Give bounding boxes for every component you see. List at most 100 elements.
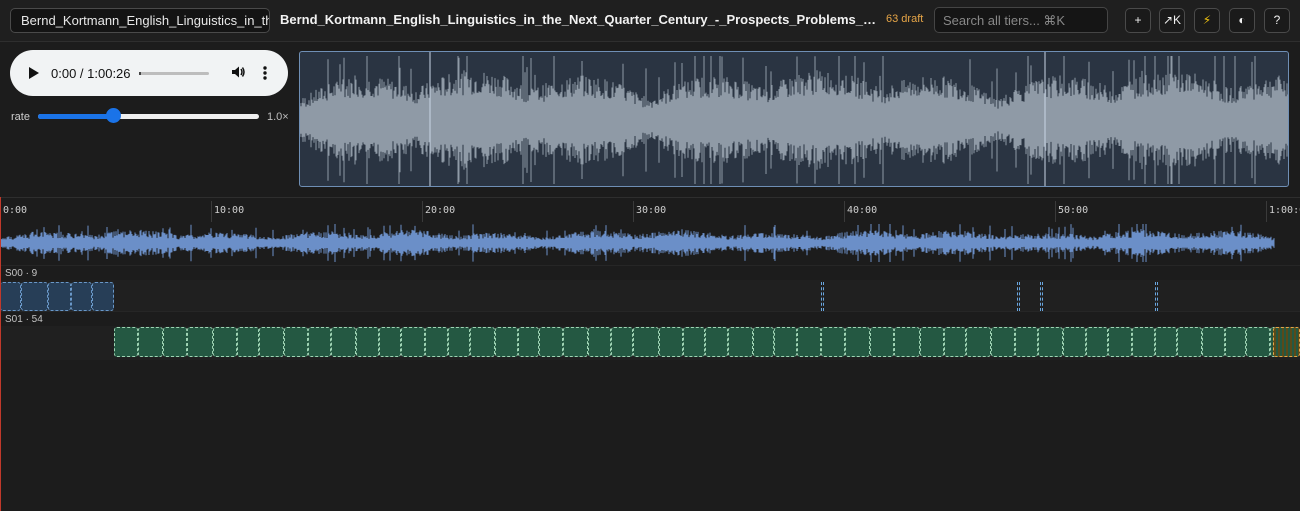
tick-label: 1:00:00: [1269, 205, 1300, 216]
rate-slider-thumb[interactable]: [106, 108, 122, 123]
annotation-marker[interactable]: [1040, 282, 1043, 311]
annotation-segment[interactable]: [308, 327, 331, 357]
annotation-segment[interactable]: [331, 327, 356, 357]
annotation-segment[interactable]: [659, 327, 683, 357]
tier-s01: S01 · 54: [0, 311, 1300, 362]
annotation-segment[interactable]: [966, 327, 991, 357]
tier-lane-s01[interactable]: [0, 326, 1300, 360]
annotation-segment[interactable]: [48, 282, 71, 311]
annotation-segment[interactable]: [774, 327, 797, 357]
annotation-segment[interactable]: [138, 327, 163, 357]
annotation-segment[interactable]: [845, 327, 870, 357]
annotation-segment[interactable]: [1225, 327, 1246, 357]
tick-label: 40:00: [847, 205, 878, 216]
annotation-segment[interactable]: [944, 327, 966, 357]
draft-count-badge: 63 draft: [886, 13, 924, 25]
annotation-segment[interactable]: [92, 282, 114, 311]
overview-waveform[interactable]: [299, 51, 1289, 187]
theme-toggle-button[interactable]: ◐: [1229, 8, 1255, 33]
tick-line: [422, 201, 423, 222]
rate-label: rate: [11, 111, 30, 123]
file-select[interactable]: Bernd_Kortmann_English_Linguistics_in_th…: [10, 8, 270, 33]
annotation-segment[interactable]: [495, 327, 518, 357]
tick-label: 30:00: [636, 205, 667, 216]
annotation-marker[interactable]: [1155, 282, 1158, 311]
annotation-segment[interactable]: [448, 327, 470, 357]
annotation-segment[interactable]: [870, 327, 894, 357]
annotation-segment[interactable]: [991, 327, 1015, 357]
bolt-button[interactable]: ⚡: [1194, 8, 1220, 33]
rate-slider-fill: [38, 114, 114, 119]
annotation-segment[interactable]: [588, 327, 611, 357]
draft-segment[interactable]: [1273, 327, 1300, 357]
rate-value: 1.0×: [267, 111, 289, 123]
playhead[interactable]: [0, 197, 1, 511]
annotation-segment[interactable]: [1177, 327, 1202, 357]
tick-line: [1266, 201, 1267, 222]
annotation-segment[interactable]: [894, 327, 920, 357]
timeline[interactable]: 0:00 10:00 20:00 30:00 40:00 50:00 1:00:…: [0, 197, 1300, 511]
volume-icon[interactable]: [230, 64, 246, 85]
annotation-marker[interactable]: [1017, 282, 1020, 311]
annotation-segment[interactable]: [163, 327, 187, 357]
annotation-segment[interactable]: [539, 327, 563, 357]
annotation-segment[interactable]: [237, 327, 259, 357]
annotation-segment[interactable]: [470, 327, 495, 357]
annotation-segment[interactable]: [920, 327, 944, 357]
annotation-segment[interactable]: [114, 327, 138, 357]
annotation-segment[interactable]: [1038, 327, 1063, 357]
annotation-segment[interactable]: [563, 327, 588, 357]
annotation-segment[interactable]: [71, 282, 92, 311]
annotation-segment[interactable]: [284, 327, 308, 357]
annotation-segment[interactable]: [1202, 327, 1225, 357]
time-display: 0:00 / 1:00:26: [51, 66, 131, 81]
progress-bar[interactable]: [139, 72, 209, 75]
annotation-segment[interactable]: [401, 327, 425, 357]
tier-lane-s00[interactable]: [0, 280, 1300, 311]
annotation-segment[interactable]: [1155, 327, 1177, 357]
timeline-waveform-path: [0, 224, 1275, 262]
annotation-segment[interactable]: [259, 327, 284, 357]
more-options-icon[interactable]: [263, 65, 267, 86]
annotation-segment[interactable]: [187, 327, 213, 357]
annotation-marker[interactable]: [821, 282, 824, 311]
annotation-segment[interactable]: [821, 327, 845, 357]
annotation-segment[interactable]: [425, 327, 448, 357]
tier-s00: S00 · 9: [0, 265, 1300, 312]
annotation-segment[interactable]: [797, 327, 821, 357]
annotation-segment[interactable]: [683, 327, 705, 357]
help-button[interactable]: ?: [1264, 8, 1290, 33]
add-button[interactable]: +: [1125, 8, 1151, 33]
annotation-segment[interactable]: [753, 327, 774, 357]
tier-label-s00: S00 · 9: [5, 268, 38, 279]
annotation-segment[interactable]: [1246, 327, 1270, 357]
annotation-segment[interactable]: [611, 327, 633, 357]
annotation-segment[interactable]: [633, 327, 659, 357]
jump-button[interactable]: ↗K: [1159, 8, 1185, 33]
annotation-segment[interactable]: [728, 327, 753, 357]
annotation-segment[interactable]: [1086, 327, 1108, 357]
annotation-segment[interactable]: [213, 327, 237, 357]
annotation-segment[interactable]: [0, 282, 21, 311]
top-bar: Bernd_Kortmann_English_Linguistics_in_th…: [0, 0, 1300, 42]
tick-line: [1055, 201, 1056, 222]
audio-player: 0:00 / 1:00:26: [10, 50, 288, 96]
tick-line: [844, 201, 845, 222]
annotation-segment[interactable]: [21, 282, 48, 311]
search-input[interactable]: [934, 7, 1108, 33]
annotation-segment[interactable]: [1063, 327, 1086, 357]
tick-line: [633, 201, 634, 222]
timeline-waveform-graphic: [0, 224, 1275, 262]
tick-label: 50:00: [1058, 205, 1089, 216]
annotation-segment[interactable]: [356, 327, 379, 357]
rate-slider[interactable]: [38, 114, 259, 119]
annotation-segment[interactable]: [1132, 327, 1155, 357]
timeline-waveform: [0, 221, 1300, 265]
annotation-segment[interactable]: [379, 327, 401, 357]
annotation-segment[interactable]: [705, 327, 728, 357]
annotation-segment[interactable]: [1108, 327, 1132, 357]
annotation-segment[interactable]: [518, 327, 539, 357]
annotation-segment[interactable]: [1015, 327, 1038, 357]
tick-label: 10:00: [214, 205, 245, 216]
play-icon[interactable]: [29, 67, 39, 79]
